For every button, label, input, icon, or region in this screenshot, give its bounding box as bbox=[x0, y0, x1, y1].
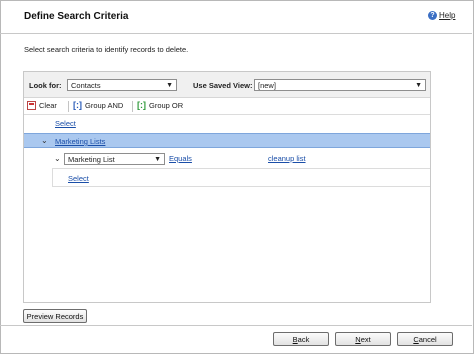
saved-view-label: Use Saved View: bbox=[193, 81, 253, 90]
preview-records-button[interactable]: Preview Records bbox=[23, 309, 87, 323]
criteria-panel: Look for: Contacts ▼ Use Saved View: [ne… bbox=[23, 71, 431, 303]
instructions-text: Select search criteria to identify recor… bbox=[24, 45, 189, 54]
header-separator bbox=[0, 33, 472, 34]
look-for-value: Contacts bbox=[71, 81, 101, 90]
clear-label: Clear bbox=[39, 101, 57, 110]
chevron-down-icon: ▼ bbox=[166, 82, 173, 89]
select-field-link[interactable]: Select bbox=[55, 119, 76, 128]
criteria-toolbar: Clear [:] Group AND [:] Group OR bbox=[24, 98, 430, 115]
group-or-icon: [:] bbox=[137, 100, 146, 110]
help-icon: ? bbox=[428, 11, 437, 20]
back-button[interactable]: Back bbox=[273, 332, 329, 346]
related-entity-link[interactable]: Marketing Lists bbox=[55, 137, 105, 146]
tree-divider bbox=[52, 186, 430, 187]
help-link[interactable]: ? Help bbox=[428, 11, 455, 20]
look-for-select[interactable]: Contacts ▼ bbox=[67, 79, 177, 91]
group-and-icon: [:] bbox=[73, 100, 82, 110]
chevron-down-icon[interactable]: ⌄ bbox=[54, 154, 61, 163]
preview-records-label: Preview Records bbox=[26, 311, 84, 321]
chevron-down-icon[interactable]: ⌄ bbox=[41, 136, 48, 145]
next-label: ext bbox=[360, 334, 371, 344]
cancel-button[interactable]: Cancel bbox=[397, 332, 453, 346]
condition-row: ⌄ Marketing List ▼ Equals cleanup list bbox=[52, 150, 430, 169]
cancel-label: ancel bbox=[418, 334, 437, 344]
clear-button[interactable]: Clear bbox=[27, 101, 57, 110]
condition-value-link[interactable]: cleanup list bbox=[268, 154, 306, 163]
group-and-label: Group AND bbox=[85, 101, 124, 110]
saved-view-value: [new] bbox=[258, 81, 276, 90]
group-and-button[interactable]: [:] Group AND bbox=[73, 100, 124, 111]
toolbar-divider bbox=[68, 101, 69, 112]
select-nested-field-link[interactable]: Select bbox=[68, 174, 89, 183]
look-for-label: Look for: bbox=[29, 81, 62, 90]
toolbar-divider bbox=[132, 101, 133, 112]
condition-field-select[interactable]: Marketing List ▼ bbox=[64, 153, 165, 165]
chevron-down-icon: ▼ bbox=[415, 82, 422, 89]
group-or-button[interactable]: [:] Group OR bbox=[137, 100, 184, 111]
next-button[interactable]: Next bbox=[335, 332, 391, 346]
dialog-title: Define Search Criteria bbox=[24, 11, 129, 22]
tree-divider bbox=[52, 168, 53, 186]
clear-icon bbox=[27, 101, 36, 110]
group-or-label: Group OR bbox=[149, 101, 184, 110]
footer-separator bbox=[0, 325, 472, 326]
saved-view-select[interactable]: [new] ▼ bbox=[254, 79, 426, 91]
condition-operator-link[interactable]: Equals bbox=[169, 154, 192, 163]
help-label: Help bbox=[439, 11, 456, 20]
condition-field-value: Marketing List bbox=[68, 155, 115, 164]
back-label: ack bbox=[297, 334, 310, 344]
related-entity-row[interactable]: ⌄ Marketing Lists bbox=[24, 133, 430, 148]
chevron-down-icon: ▼ bbox=[154, 156, 161, 163]
criteria-header-row: Look for: Contacts ▼ Use Saved View: [ne… bbox=[24, 72, 430, 98]
